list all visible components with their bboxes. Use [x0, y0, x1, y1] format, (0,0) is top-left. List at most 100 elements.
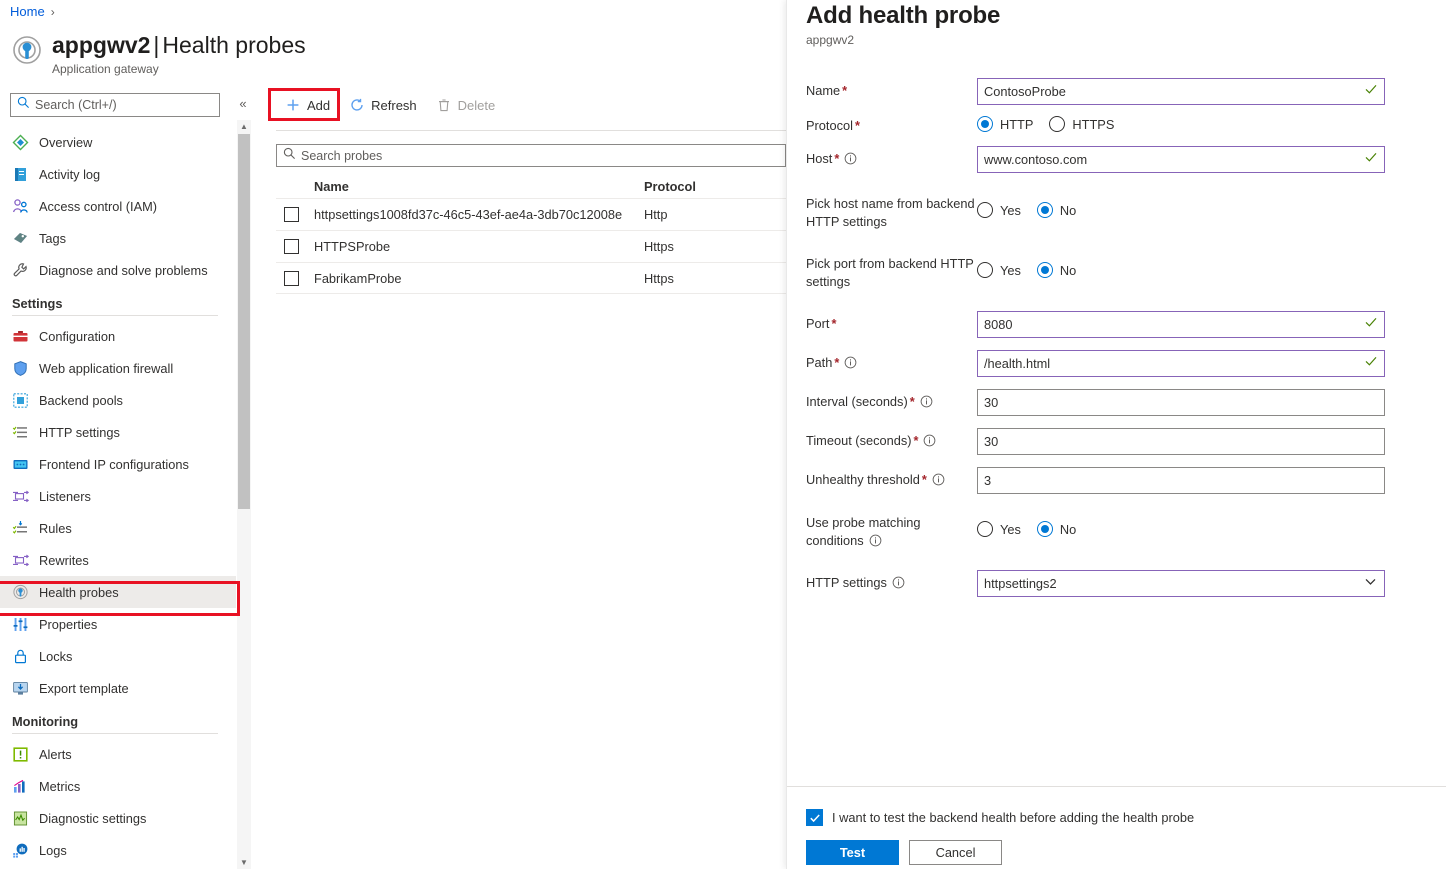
protocol-radio-group: HTTP HTTPS	[977, 113, 1406, 132]
row-checkbox[interactable]	[284, 239, 299, 254]
radio-label: HTTPS	[1072, 116, 1115, 132]
name-input[interactable]	[984, 84, 1358, 99]
sidebar-item-alerts[interactable]: Alerts	[0, 738, 236, 770]
radio-pick-port-no[interactable]: No	[1036, 262, 1076, 278]
required-asterisk: *	[831, 316, 837, 331]
sidebar-item-backend-pools[interactable]: Backend pools	[0, 384, 236, 416]
info-icon[interactable]	[869, 534, 882, 552]
required-asterisk: *	[834, 355, 840, 370]
probe-search-input[interactable]	[301, 148, 741, 163]
breadcrumb-home[interactable]: Home	[10, 4, 45, 19]
export-template-icon	[12, 680, 29, 697]
info-icon[interactable]	[932, 473, 945, 491]
sidebar-item-waf[interactable]: Web application firewall	[0, 352, 236, 384]
unhealthy-threshold-input[interactable]	[984, 473, 1378, 488]
column-header-name[interactable]: Name	[314, 179, 644, 194]
sidebar-item-overview[interactable]: Overview	[0, 126, 236, 158]
http-settings-dropdown[interactable]	[977, 570, 1385, 597]
cancel-button[interactable]: Cancel	[909, 840, 1002, 865]
info-icon[interactable]	[923, 434, 936, 452]
radio-protocol-http[interactable]: HTTP	[977, 116, 1033, 132]
sidebar-item-configuration[interactable]: Configuration	[0, 320, 236, 352]
field-row-pick-host: Pick host name from backend HTTP setting…	[787, 191, 1446, 231]
unhealthy-threshold-input-wrapper[interactable]	[977, 467, 1385, 494]
radio-pick-host-yes[interactable]: Yes	[977, 202, 1021, 218]
sidebar-item-diagnose[interactable]: Diagnose and solve problems	[0, 254, 236, 286]
radio-protocol-https[interactable]: HTTPS	[1049, 116, 1114, 132]
sidebar-item-activity-log[interactable]: Activity log	[0, 158, 236, 190]
sidebar-item-locks[interactable]: Locks	[0, 640, 236, 672]
port-input-wrapper[interactable]	[977, 311, 1385, 338]
sidebar-item-rewrites[interactable]: Rewrites	[0, 544, 236, 576]
valid-check-icon	[1364, 354, 1378, 373]
sidebar-item-diagnostic-settings[interactable]: Diagnostic settings	[0, 802, 236, 834]
test-button[interactable]: Test	[806, 840, 899, 865]
sidebar-item-rules[interactable]: Rules	[0, 512, 236, 544]
sidebar-item-properties[interactable]: Properties	[0, 608, 236, 640]
http-settings-value[interactable]	[984, 576, 1357, 591]
plus-icon	[286, 98, 300, 112]
scroll-up-arrow[interactable]: ▲	[237, 120, 251, 133]
use-matching-radio-group: Yes No	[977, 510, 1406, 537]
health-probes-blade: Home › appgwv2 | Health probes Application …	[0, 0, 786, 869]
sidebar-item-http-settings[interactable]: HTTP settings	[0, 416, 236, 448]
label-pick-host: Pick host name from backend HTTP setting…	[806, 196, 975, 229]
sidebar-item-logs[interactable]: Logs	[0, 834, 236, 866]
path-input-wrapper[interactable]	[977, 350, 1385, 377]
sidebar-scrollbar[interactable]: ▲ ▼	[237, 120, 251, 869]
label-http-settings: HTTP settings	[787, 570, 977, 594]
radio-pick-port-yes[interactable]: Yes	[977, 262, 1021, 278]
label-host: Host *	[787, 146, 977, 170]
info-icon[interactable]	[844, 152, 857, 170]
sidebar-item-label: Export template	[39, 680, 129, 696]
info-icon[interactable]	[844, 356, 857, 374]
required-asterisk: *	[854, 118, 860, 133]
sidebar-item-access-control[interactable]: Access control (IAM)	[0, 190, 236, 222]
radio-label: HTTP	[1000, 116, 1034, 132]
name-input-wrapper[interactable]	[977, 78, 1385, 105]
table-row[interactable]: httpsettings1008fd37c-46c5-43ef-ae4a-3db…	[276, 198, 786, 230]
sidebar-item-label: Alerts	[39, 746, 72, 762]
sidebar-item-label: Activity log	[39, 166, 101, 182]
info-icon[interactable]	[920, 395, 933, 413]
sidebar-item-listeners[interactable]: Listeners	[0, 480, 236, 512]
host-input-wrapper[interactable]	[977, 146, 1385, 173]
timeout-input[interactable]	[984, 434, 1378, 449]
sidebar-item-tags[interactable]: Tags	[0, 222, 236, 254]
probe-search-box[interactable]	[276, 144, 786, 167]
row-checkbox-cell[interactable]	[276, 239, 314, 254]
interval-input-wrapper[interactable]	[977, 389, 1385, 416]
sidebar-item-metrics[interactable]: Metrics	[0, 770, 236, 802]
refresh-button[interactable]: Refresh	[340, 90, 427, 120]
sidebar-item-frontend-ip[interactable]: Frontend IP configurations	[0, 448, 236, 480]
cell-protocol: Http	[644, 207, 668, 222]
health-probes-icon	[12, 584, 29, 601]
sidebar-item-health-probes[interactable]: Health probes	[0, 576, 236, 608]
path-input[interactable]	[984, 356, 1358, 371]
row-checkbox-cell[interactable]	[276, 207, 314, 222]
radio-use-matching-yes[interactable]: Yes	[977, 521, 1021, 537]
test-backend-checkbox[interactable]: I want to test the backend health before…	[806, 809, 1194, 826]
label-port-text: Port	[806, 316, 830, 331]
table-row[interactable]: HTTPSProbe Https	[276, 230, 786, 262]
scroll-down-arrow[interactable]: ▼	[237, 856, 251, 869]
info-icon[interactable]	[892, 576, 905, 594]
sidebar-search-input[interactable]	[35, 98, 205, 112]
port-input[interactable]	[984, 317, 1358, 332]
row-checkbox[interactable]	[284, 270, 299, 286]
add-button[interactable]: Add	[276, 90, 340, 120]
table-row[interactable]: FabrikamProbe Https	[276, 262, 786, 294]
interval-input[interactable]	[984, 395, 1378, 410]
row-checkbox-cell[interactable]	[276, 270, 314, 286]
timeout-input-wrapper[interactable]	[977, 428, 1385, 455]
sidebar-search[interactable]	[10, 93, 220, 117]
radio-pick-host-no[interactable]: No	[1036, 202, 1076, 218]
sidebar-collapse-button[interactable]: «	[234, 94, 252, 114]
host-input[interactable]	[984, 152, 1358, 167]
column-header-protocol[interactable]: Protocol	[644, 179, 774, 194]
sidebar-item-export-template[interactable]: Export template	[0, 672, 236, 704]
radio-use-matching-no[interactable]: No	[1036, 521, 1076, 537]
row-checkbox[interactable]	[284, 207, 299, 222]
sidebar-scrollbar-thumb[interactable]	[238, 134, 250, 509]
label-protocol: Protocol *	[787, 113, 977, 135]
